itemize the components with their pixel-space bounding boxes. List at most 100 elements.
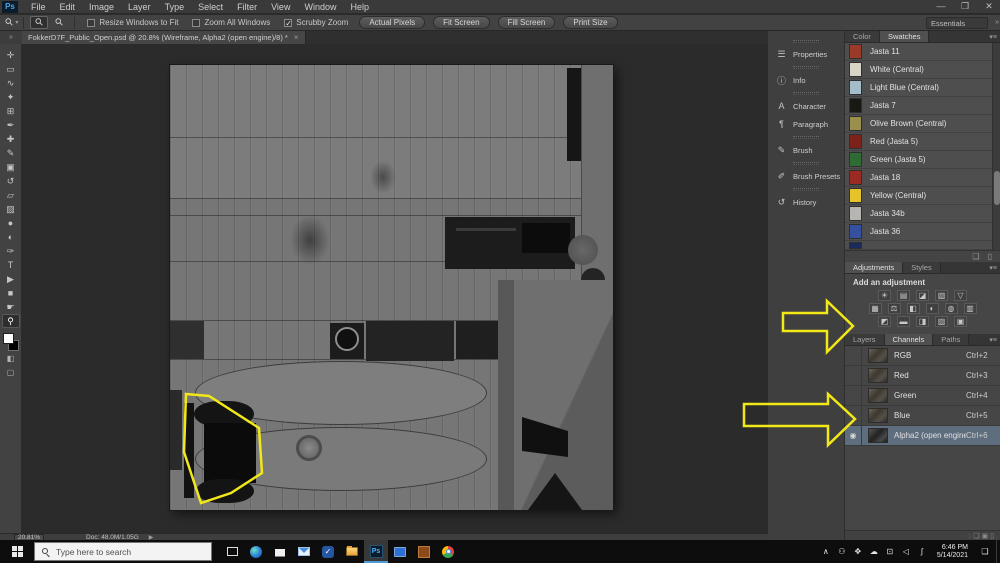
menu-filter[interactable]: Filter: [230, 0, 264, 14]
action-center-icon[interactable]: ❑: [976, 547, 994, 556]
taskbar-search[interactable]: Type here to search: [34, 542, 212, 561]
store-button[interactable]: [268, 540, 292, 563]
document-tab[interactable]: FokkerD7F_Public_Open.psd @ 20.8% (Wiref…: [22, 31, 306, 44]
path-selection-tool[interactable]: ▶: [2, 272, 20, 286]
quick-selection-tool[interactable]: ✦: [2, 90, 20, 104]
screen-mode-button[interactable]: ▢: [2, 365, 20, 379]
tab-color[interactable]: Color: [845, 31, 880, 42]
swatch-row[interactable]: Olive Brown (Central): [845, 115, 1000, 133]
tray-volume-icon[interactable]: ◁: [899, 547, 913, 556]
scrubby-zoom-checkbox[interactable]: ✓ Scrubby Zoom: [284, 18, 348, 27]
panel-grip[interactable]: [793, 188, 819, 191]
panel-menu-icon[interactable]: ▾≡: [989, 264, 997, 272]
panel-menu-icon[interactable]: ▾≡: [989, 33, 997, 41]
tab-adjustments[interactable]: Adjustments: [845, 262, 903, 273]
eyedropper-tool[interactable]: ✒: [2, 118, 20, 132]
tab-paths[interactable]: Paths: [933, 334, 969, 345]
panel-grip[interactable]: [793, 136, 819, 139]
tab-close-icon[interactable]: ×: [294, 33, 299, 42]
curves-icon[interactable]: ◪: [916, 290, 929, 301]
marquee-tool[interactable]: ▭: [2, 62, 20, 76]
print-size-button[interactable]: Print Size: [563, 16, 617, 29]
channel-row-alpha2[interactable]: ◉ Alpha2 (open engine) Ctrl+6: [845, 426, 1000, 446]
new-swatch-icon[interactable]: ❏: [972, 252, 979, 261]
menu-file[interactable]: File: [24, 0, 53, 14]
menu-help[interactable]: Help: [343, 0, 376, 14]
eraser-tool[interactable]: ▱: [2, 188, 20, 202]
tray-chevron-icon[interactable]: ∧: [819, 547, 833, 556]
swatch-row[interactable]: Red (Jasta 5): [845, 133, 1000, 151]
menu-layer[interactable]: Layer: [121, 0, 158, 14]
orange-app-button[interactable]: [412, 540, 436, 563]
zoom-out-button[interactable]: ⚲: [50, 16, 68, 29]
tray-onedrive-icon[interactable]: ☁: [867, 547, 881, 556]
swatch-row[interactable]: Light Blue (Central): [845, 79, 1000, 97]
tray-usb-icon[interactable]: ʃ: [915, 547, 929, 556]
channel-row-red[interactable]: Red Ctrl+3: [845, 366, 1000, 386]
edge-button[interactable]: [244, 540, 268, 563]
close-button[interactable]: ✕: [980, 1, 998, 12]
resize-windows-checkbox[interactable]: Resize Windows to Fit: [87, 18, 178, 27]
tab-swatches[interactable]: Swatches: [880, 31, 930, 42]
pen-tool[interactable]: ✑: [2, 244, 20, 258]
toolbar-overflow-stub[interactable]: »: [0, 31, 22, 44]
taskbar-clock[interactable]: 6:46 PM 5/14/2021: [931, 544, 974, 560]
info-panel-button[interactable]: ⓘ Info: [768, 71, 844, 89]
posterize-icon[interactable]: ▬: [897, 316, 910, 327]
history-panel-button[interactable]: ↺ History: [768, 193, 844, 211]
minimize-button[interactable]: —: [932, 1, 950, 12]
visibility-toggle[interactable]: [845, 406, 862, 425]
properties-panel-button[interactable]: ☰ Properties: [768, 45, 844, 63]
visibility-toggle[interactable]: [845, 346, 862, 365]
fill-screen-button[interactable]: Fill Screen: [498, 16, 556, 29]
exposure-icon[interactable]: ▧: [935, 290, 948, 301]
swatches-scrollbar[interactable]: [992, 43, 1000, 250]
tray-account-icon[interactable]: ⚇: [835, 547, 849, 556]
delete-swatch-icon[interactable]: ▯: [988, 252, 992, 261]
channel-row-blue[interactable]: Blue Ctrl+5: [845, 406, 1000, 426]
quick-mask-button[interactable]: ◧: [2, 351, 20, 365]
shape-tool[interactable]: ■: [2, 286, 20, 300]
zoom-tool[interactable]: ⚲: [2, 314, 20, 328]
blur-tool[interactable]: ●: [2, 216, 20, 230]
invert-icon[interactable]: ◩: [878, 316, 891, 327]
swatch-row[interactable]: Yellow (Central): [845, 187, 1000, 205]
dodge-tool[interactable]: ◐: [2, 230, 20, 244]
tab-styles[interactable]: Styles: [903, 262, 940, 273]
vibrance-icon[interactable]: ▽: [954, 290, 967, 301]
menu-window[interactable]: Window: [297, 0, 343, 14]
paragraph-panel-button[interactable]: ¶ Paragraph: [768, 115, 844, 133]
menu-select[interactable]: Select: [191, 0, 230, 14]
swatch-row[interactable]: Jasta 11: [845, 43, 1000, 61]
photo-filter-icon[interactable]: ◐: [926, 303, 939, 314]
black-white-icon[interactable]: ◧: [907, 303, 920, 314]
show-desktop-button[interactable]: [996, 540, 1000, 563]
hand-tool[interactable]: ☛: [2, 300, 20, 314]
file-explorer-button[interactable]: [340, 540, 364, 563]
photoshop-taskbar-button[interactable]: Ps: [364, 540, 388, 563]
color-lookup-icon[interactable]: ▥: [964, 303, 977, 314]
foreground-color-swatch[interactable]: [3, 333, 14, 344]
brush-tool[interactable]: ✎: [2, 146, 20, 160]
tray-dropbox-icon[interactable]: ✥: [851, 547, 865, 556]
tab-channels[interactable]: Channels: [885, 334, 934, 345]
brightness-contrast-icon[interactable]: ☀: [878, 290, 891, 301]
swatch-row[interactable]: Green (Jasta 5): [845, 151, 1000, 169]
move-tool[interactable]: ✛: [2, 48, 20, 62]
canvas-pasteboard[interactable]: [22, 44, 768, 533]
fit-screen-button[interactable]: Fit Screen: [433, 16, 489, 29]
foreground-background-colors[interactable]: [3, 333, 19, 351]
panel-grip[interactable]: [793, 92, 819, 95]
panel-grip[interactable]: [793, 162, 819, 165]
task-view-button[interactable]: [220, 540, 244, 563]
zoom-in-button[interactable]: ⚲: [30, 16, 48, 29]
channel-row-green[interactable]: Green Ctrl+4: [845, 386, 1000, 406]
gradient-map-icon[interactable]: ▨: [935, 316, 948, 327]
panel-grip[interactable]: [793, 66, 819, 69]
zoom-all-windows-checkbox[interactable]: Zoom All Windows: [192, 18, 270, 27]
hue-saturation-icon[interactable]: ▦: [869, 303, 882, 314]
channel-row-rgb[interactable]: RGB Ctrl+2: [845, 346, 1000, 366]
swatch-row[interactable]: Jasta 18: [845, 169, 1000, 187]
selective-color-icon[interactable]: ▣: [954, 316, 967, 327]
menu-image[interactable]: Image: [82, 0, 121, 14]
